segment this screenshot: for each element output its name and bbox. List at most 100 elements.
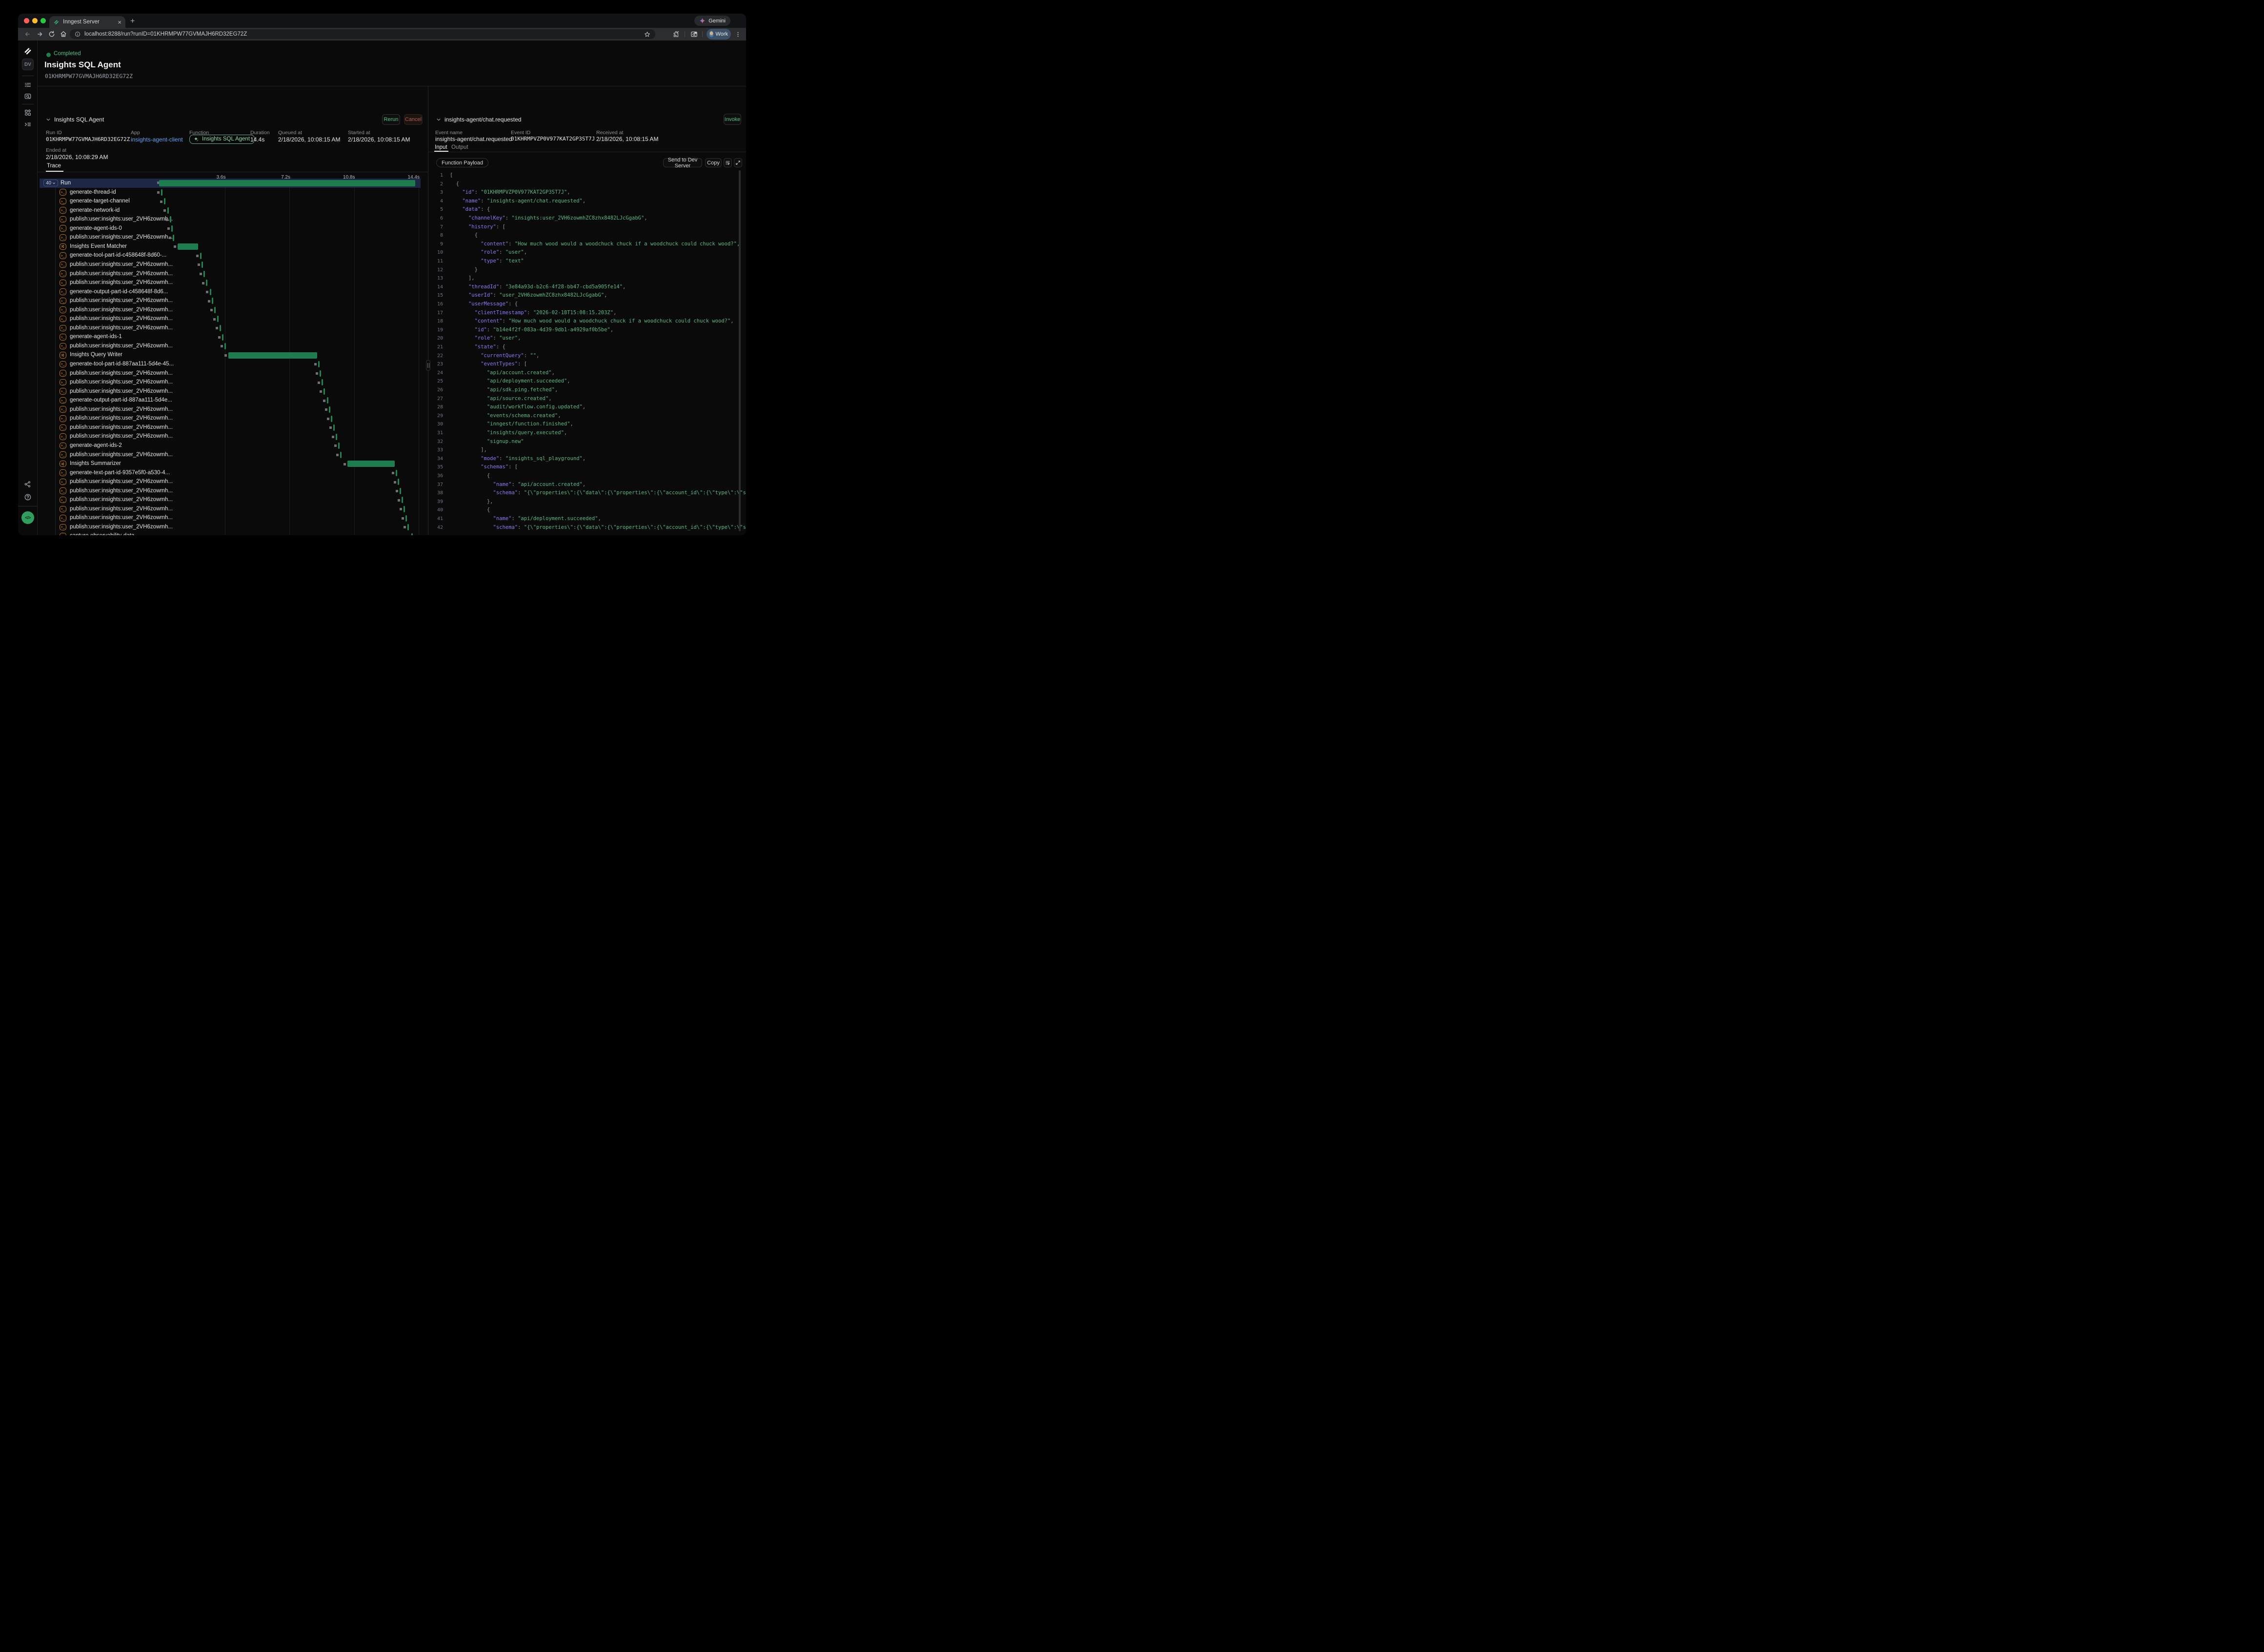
trace-row[interactable]: >_publish:user:insights:user_2VH6zowmh..… [38, 215, 428, 224]
child-count-chip[interactable]: 40 [43, 180, 58, 186]
trace-row[interactable]: >_publish:user:insights:user_2VH6zowmh..… [38, 315, 428, 324]
new-tab-button[interactable]: + [130, 17, 135, 26]
sidepanel-search-icon[interactable] [689, 30, 698, 39]
queued-marker [325, 408, 327, 411]
function-badge[interactable]: Insights SQL Agent [189, 135, 255, 144]
trace-row-label: publish:user:insights:user_2VH6zowmh... [70, 433, 173, 439]
queued-marker [344, 463, 346, 465]
field-label: Event name [435, 130, 463, 136]
cancel-button[interactable]: Cancel [404, 114, 423, 125]
dev-mode-button[interactable]: </> [21, 511, 34, 524]
queued-marker [332, 436, 334, 438]
copy-button[interactable]: Copy [705, 158, 722, 167]
scrollbar[interactable] [739, 170, 741, 531]
trace-row[interactable]: >_generate-agent-ids-2 [38, 441, 428, 450]
trace-row[interactable]: >_generate-tool-part-id-887aa111-5d4e-45… [38, 360, 428, 369]
expand-icon[interactable] [734, 158, 742, 167]
trace-row-label: generate-output-part-id-c458648f-8d6... [70, 289, 168, 295]
trace-row[interactable]: >_publish:user:insights:user_2VH6zowmh..… [38, 297, 428, 306]
reload-button[interactable] [47, 30, 56, 39]
trace-row[interactable]: >_publish:user:insights:user_2VH6zowmh..… [38, 486, 428, 496]
trace-row[interactable]: >_publish:user:insights:user_2VH6zowmh..… [38, 305, 428, 315]
queued-marker [327, 418, 329, 420]
line-number: 12 [430, 266, 443, 275]
trace-row[interactable]: >_publish:user:insights:user_2VH6zowmh..… [38, 450, 428, 460]
share-icon[interactable] [23, 480, 32, 488]
chevron-down-icon[interactable] [436, 117, 441, 122]
trace-row[interactable]: >_generate-target-channel [38, 197, 428, 206]
bookmark-star-icon[interactable] [644, 31, 650, 38]
trace-row[interactable]: >_publish:user:insights:user_2VH6zowmh..… [38, 279, 428, 288]
trace-row[interactable]: >_publish:user:insights:user_2VH6zowmh..… [38, 504, 428, 514]
rerun-button[interactable]: Rerun [382, 114, 400, 125]
step-run-icon: >_ [60, 524, 66, 531]
trace-row[interactable]: >_generate-output-part-id-c458648f-8d6..… [38, 287, 428, 297]
help-icon[interactable] [23, 493, 32, 502]
chevron-down-icon[interactable] [46, 117, 51, 122]
trace-row[interactable]: >_publish:user:insights:user_2VH6zowmh..… [38, 423, 428, 432]
close-window-button[interactable] [24, 18, 29, 23]
field-value: insights-agent/chat.requested [435, 136, 512, 142]
trace-row[interactable]: >_publish:user:insights:user_2VH6zowmh..… [38, 478, 428, 487]
browser-tab[interactable]: Inngest Server × [49, 16, 125, 28]
browser-menu-icon[interactable] [733, 30, 742, 39]
extensions-icon[interactable] [672, 30, 681, 39]
send-to-dev-server-button[interactable]: Send to Dev Server [663, 158, 702, 167]
code-line: 26 "api/sdk.ping.fetched", [428, 386, 746, 395]
step-run-icon: >_ [60, 533, 66, 535]
trace-row[interactable]: >_generate-network-id [38, 206, 428, 215]
field-value[interactable]: insights-agent-client [131, 136, 183, 143]
trace-row[interactable]: >_publish:user:insights:user_2VH6zowmh..… [38, 514, 428, 523]
runs-filter-icon[interactable] [23, 81, 32, 89]
home-button[interactable] [59, 30, 68, 39]
maximize-window-button[interactable] [40, 18, 46, 23]
profile-chip[interactable]: Work [707, 29, 731, 40]
trace-row[interactable]: >_publish:user:insights:user_2VH6zowmh..… [38, 269, 428, 279]
trace-row[interactable]: >_publish:user:insights:user_2VH6zowmh..… [38, 233, 428, 242]
trace-row[interactable]: >_publish:user:insights:user_2VH6zowmh..… [38, 496, 428, 505]
gemini-button[interactable]: Gemini [694, 16, 730, 26]
minimize-window-button[interactable] [32, 18, 38, 23]
event-search-icon[interactable] [23, 92, 32, 101]
dev-terminal-icon[interactable] [23, 120, 32, 129]
trace-row[interactable]: >_publish:user:insights:user_2VH6zowmh..… [38, 369, 428, 378]
trace-row[interactable]: Insights Summarizer [38, 460, 428, 469]
step-duration-tick [322, 379, 323, 385]
tab-trace[interactable]: Trace [47, 163, 61, 169]
trace-row[interactable]: >_ capture-observability-data [38, 532, 428, 535]
panel-resize-handle[interactable] [426, 360, 430, 371]
forward-button[interactable] [36, 30, 44, 39]
code-line: 17 "clientTimestamp": "2026-02-18T15:08:… [428, 309, 746, 318]
trace-row-label: capture-observability-data [70, 533, 134, 535]
trace-row[interactable]: >_generate-thread-id [38, 188, 428, 197]
trace-row[interactable]: >_generate-text-part-id-9357e5f0-a530-4.… [38, 468, 428, 478]
tab-output[interactable]: Output [451, 144, 468, 150]
apps-icon[interactable] [23, 108, 32, 117]
trace-row[interactable]: >_publish:user:insights:user_2VH6zowmh..… [38, 432, 428, 442]
word-wrap-icon[interactable] [724, 158, 732, 167]
trace-row[interactable]: >_generate-output-part-id-887aa111-5d4e.… [38, 396, 428, 405]
json-code-viewer[interactable]: 1[2 {3 "id": "01KHRMPVZP0V977KAT2GP3ST7J… [428, 170, 746, 535]
trace-row[interactable]: >_publish:user:insights:user_2VH6zowmh..… [38, 378, 428, 387]
trace-row[interactable]: >_publish:user:insights:user_2VH6zowmh..… [38, 405, 428, 414]
trace-row[interactable]: >_publish:user:insights:user_2VH6zowmh..… [38, 260, 428, 269]
trace-row[interactable]: >_publish:user:insights:user_2VH6zowmh..… [38, 323, 428, 333]
trace-row[interactable]: >_publish:user:insights:user_2VH6zowmh..… [38, 523, 428, 532]
close-tab-icon[interactable]: × [118, 19, 121, 25]
trace-row[interactable]: >_publish:user:insights:user_2VH6zowmh..… [38, 387, 428, 396]
trace-row[interactable]: >_publish:user:insights:user_2VH6zowmh..… [38, 342, 428, 351]
tab-input[interactable]: Input [435, 144, 447, 150]
trace-row[interactable]: >_generate-agent-ids-1 [38, 333, 428, 342]
trace-row[interactable]: Insights Query Writer [38, 351, 428, 360]
trace-row[interactable]: >_generate-agent-ids-0 [38, 224, 428, 233]
code-line: 11 "type": "text" [428, 257, 746, 266]
url-bar[interactable]: localhost:8288/run?runID=01KHRMPW77GVMAJ… [70, 29, 655, 39]
workspace-badge[interactable]: DV [22, 59, 34, 70]
invoke-button[interactable]: Invoke [724, 114, 741, 125]
site-info-icon[interactable] [75, 31, 81, 37]
trace-row[interactable]: >_publish:user:insights:user_2VH6zowmh..… [38, 414, 428, 423]
code-line: 41 "name": "api/deployment.succeeded", [428, 515, 746, 524]
back-button[interactable] [23, 30, 32, 39]
trace-row[interactable]: >_generate-tool-part-id-c458648f-8d60-..… [38, 251, 428, 261]
trace-row[interactable]: Insights Event Matcher [38, 242, 428, 251]
